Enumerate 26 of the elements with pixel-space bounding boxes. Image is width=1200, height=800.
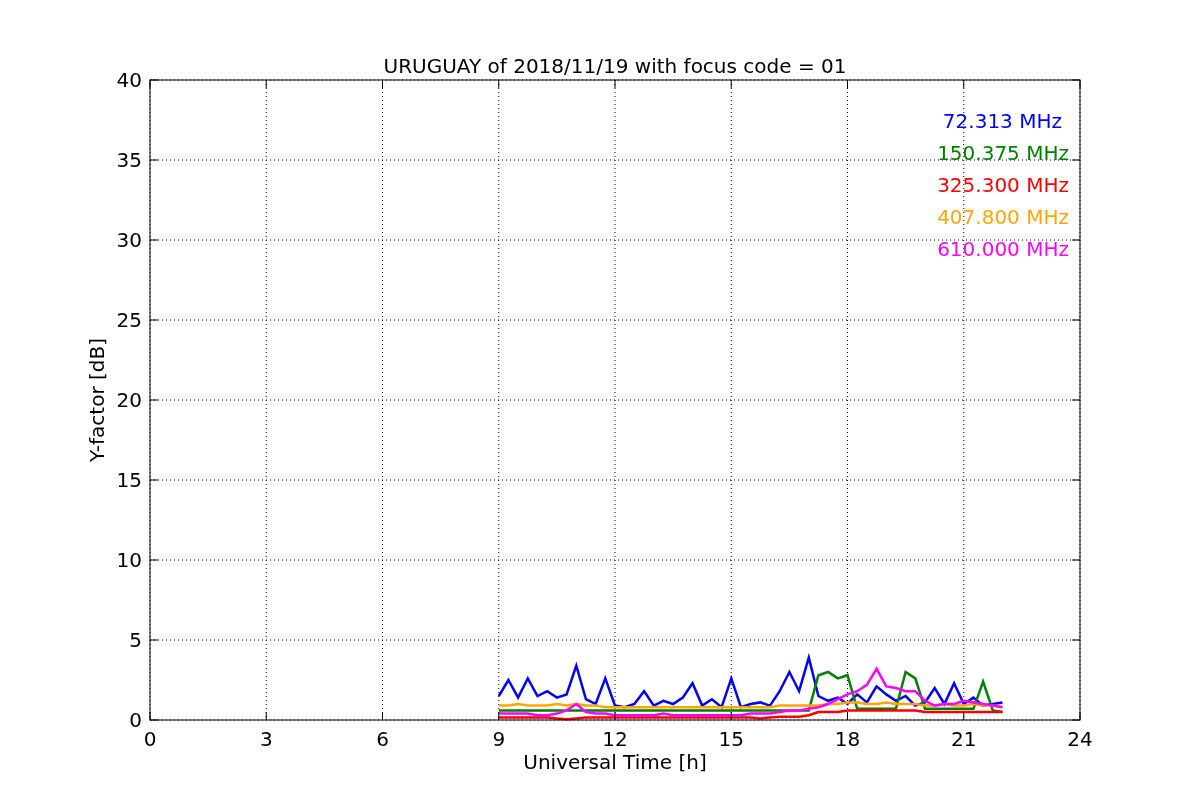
x-tick-label: 15 [718, 727, 744, 751]
y-tick-label: 40 [116, 68, 142, 92]
y-axis-label: Y-factor [dB] [85, 338, 109, 462]
x-tick-label: 3 [259, 727, 273, 751]
x-tick-label: 18 [834, 727, 861, 751]
x-tick-label: 0 [143, 727, 157, 751]
y-tick-label: 30 [116, 228, 142, 252]
y-tick-label: 20 [116, 388, 142, 412]
legend-label: 72.313 MHz [942, 109, 1062, 133]
y-tick-label: 10 [116, 548, 142, 572]
y-tick-label: 25 [116, 308, 142, 332]
x-tick-label: 9 [492, 727, 506, 751]
y-tick-label: 35 [116, 148, 142, 172]
legend-label: 150.375 MHz [937, 141, 1069, 165]
chart-title: URUGUAY of 2018/11/19 with focus code = 01 [383, 54, 847, 78]
x-tick-label: 21 [951, 727, 977, 751]
y-tick-label: 15 [116, 468, 142, 492]
x-tick-label: 24 [1067, 727, 1093, 751]
legend-label: 325.300 MHz [937, 173, 1069, 197]
legend-label: 407.800 MHz [937, 205, 1069, 229]
legend-label: 610.000 MHz [937, 237, 1069, 261]
x-axis-label: Universal Time [h] [523, 750, 707, 774]
x-tick-label: 6 [376, 727, 389, 751]
y-tick-label: 0 [129, 708, 142, 732]
y-tick-label: 5 [129, 628, 142, 652]
x-tick-label: 12 [602, 727, 628, 751]
